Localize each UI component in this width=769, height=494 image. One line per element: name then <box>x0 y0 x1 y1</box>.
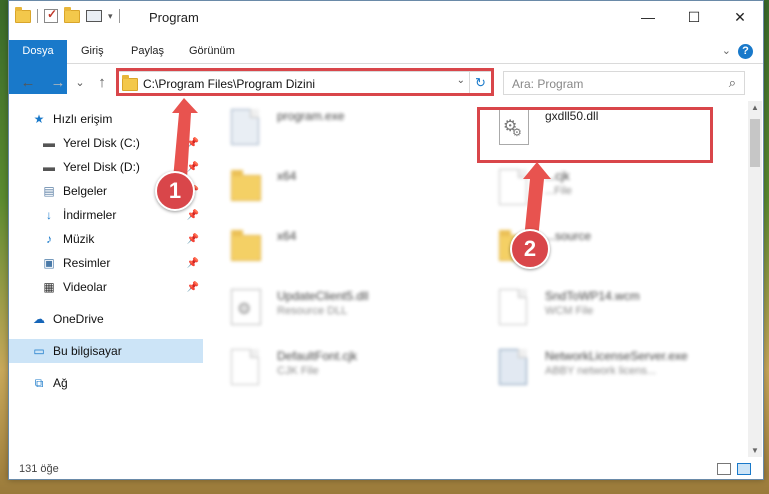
arrow-1 <box>172 98 198 179</box>
arrow-2 <box>523 162 551 239</box>
explorer-window: ▾ Program — ☐ ✕ Dosya Giriş Paylaş Görün… <box>8 0 764 480</box>
step-badge-1: 1 <box>155 171 195 211</box>
step-badge-2: 2 <box>510 229 550 269</box>
annotation-arrows <box>172 98 551 239</box>
